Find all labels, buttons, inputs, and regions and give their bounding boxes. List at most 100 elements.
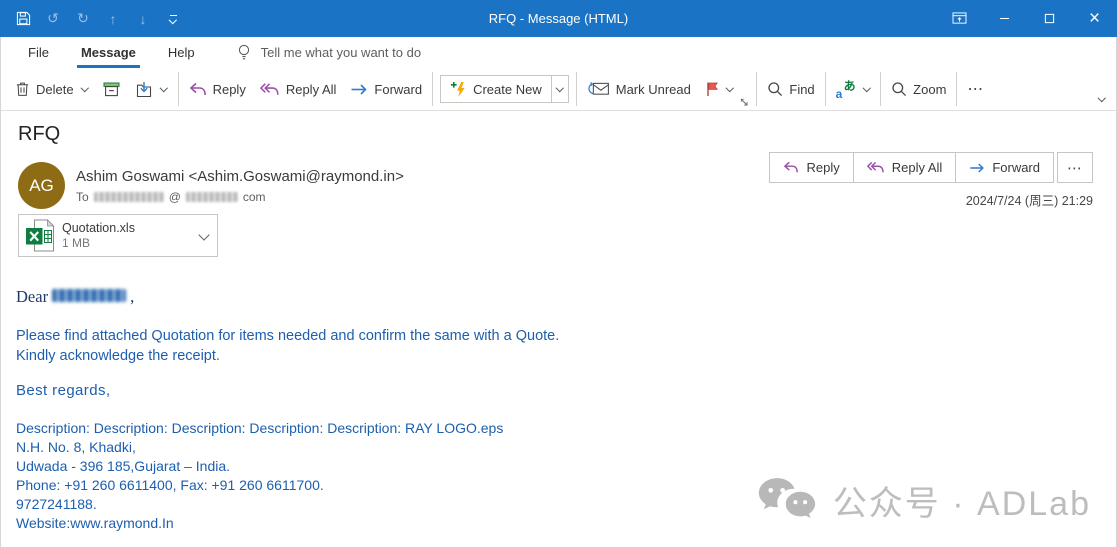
- more-actions-icon: ⋯: [1067, 159, 1083, 177]
- signature-block: Description: Description: Description: D…: [16, 419, 503, 533]
- translate-button[interactable]: あ a: [829, 72, 878, 106]
- toolbar-separator: [576, 72, 577, 106]
- redo-icon[interactable]: ↻: [70, 0, 96, 37]
- at-sign: @: [169, 190, 181, 204]
- body-paragraph: Please find attached Quotation for items…: [16, 326, 559, 366]
- create-new-button[interactable]: Create New: [441, 76, 551, 102]
- message-date: 2024/7/24 (周三) 21:29: [966, 190, 1093, 209]
- excel-file-icon: [25, 219, 55, 252]
- maximize-icon[interactable]: [1027, 0, 1072, 37]
- find-button[interactable]: Find: [760, 72, 821, 106]
- trash-icon: [15, 81, 30, 97]
- zoom-icon: [891, 81, 907, 97]
- signature-line: Udwada - 396 185,Gujarat – India.: [16, 457, 503, 476]
- message-pane: RFQ Reply Reply All: [0, 111, 1117, 547]
- create-new-label: Create New: [473, 82, 542, 97]
- body-line: Please find attached Quotation for items…: [16, 326, 559, 346]
- collapse-ribbon-icon[interactable]: [1097, 89, 1106, 107]
- header-forward-label: Forward: [992, 160, 1040, 175]
- delete-button[interactable]: Delete: [8, 72, 95, 106]
- reply-label: Reply: [213, 82, 246, 97]
- customize-qat-icon[interactable]: [160, 0, 186, 37]
- quick-step-lightning-icon: [450, 81, 467, 98]
- translate-icon: あ a: [836, 80, 856, 99]
- ribbon-tabs: File Message Help Tell me what you want …: [0, 37, 1117, 68]
- signature-line: 9727241188.: [16, 495, 503, 514]
- move-to-dropdown-icon[interactable]: [160, 84, 168, 92]
- move-to-folder-button[interactable]: [128, 72, 175, 106]
- reply-all-label: Reply All: [286, 82, 337, 97]
- ribbon-display-options-icon[interactable]: [937, 0, 982, 37]
- mark-unread-button[interactable]: Mark Unread: [580, 72, 698, 106]
- forward-icon: [350, 83, 368, 96]
- archive-button[interactable]: [95, 72, 128, 106]
- toolbar-separator: [756, 72, 757, 106]
- header-reply-label: Reply: [806, 160, 839, 175]
- close-icon[interactable]: ×: [1072, 0, 1117, 37]
- header-forward-button[interactable]: Forward: [955, 152, 1054, 183]
- wechat-icon: [755, 475, 819, 525]
- signature-line: Description: Description: Description: D…: [16, 419, 503, 438]
- zoom-label: Zoom: [913, 82, 946, 97]
- header-reply-all-button[interactable]: Reply All: [853, 152, 957, 183]
- salutation-punct: ,: [130, 287, 134, 306]
- envelope-icon: [587, 81, 610, 97]
- header-actions: Reply Reply All Forward ⋯: [770, 152, 1093, 183]
- header-reply-all-label: Reply All: [892, 160, 943, 175]
- reply-icon: [783, 161, 799, 174]
- reply-button[interactable]: Reply: [182, 72, 253, 106]
- forward-label: Forward: [374, 82, 422, 97]
- move-up-icon[interactable]: ↑: [100, 0, 126, 37]
- tab-help[interactable]: Help: [154, 37, 209, 68]
- salutation-text: Dear: [16, 287, 48, 306]
- forward-icon: [969, 162, 985, 174]
- zoom-button[interactable]: Zoom: [884, 72, 953, 106]
- translate-dropdown-icon[interactable]: [863, 84, 871, 92]
- follow-up-flag-button[interactable]: [698, 72, 741, 106]
- forward-button[interactable]: Forward: [343, 72, 429, 106]
- salutation-line: Dear,: [16, 287, 134, 307]
- sender-avatar[interactable]: AG: [18, 162, 65, 209]
- signature-line: Website:www.raymond.In: [16, 514, 503, 533]
- signature-greeting: Best regards,: [16, 382, 110, 399]
- lightbulb-icon: [237, 44, 251, 61]
- quick-access-toolbar: ↺ ↻ ↑ ↓: [0, 0, 186, 37]
- tell-me-box[interactable]: Tell me what you want to do: [237, 44, 421, 61]
- toolbar-overflow-button[interactable]: ⋯: [960, 72, 992, 106]
- redacted-recipient-domain: [186, 192, 238, 202]
- to-label: To: [76, 190, 89, 204]
- move-to-folder-icon: [135, 81, 153, 98]
- watermark: 公众号 · ADLab: [755, 475, 1091, 525]
- window-border-left: [0, 37, 1, 547]
- flag-icon: [705, 81, 719, 97]
- redacted-name: [52, 289, 126, 302]
- to-domain-suffix: com: [243, 190, 266, 204]
- attachment-meta: Quotation.xls 1 MB: [62, 221, 198, 250]
- window-controls: ×: [937, 0, 1117, 37]
- create-new-dropdown[interactable]: [551, 76, 568, 102]
- tab-file[interactable]: File: [14, 37, 63, 68]
- tab-message[interactable]: Message: [67, 37, 150, 68]
- tell-me-label: Tell me what you want to do: [261, 45, 421, 60]
- undo-icon[interactable]: ↺: [40, 0, 66, 37]
- attachment-card[interactable]: Quotation.xls 1 MB: [18, 214, 218, 257]
- save-icon[interactable]: [10, 0, 36, 37]
- header-more-actions-button[interactable]: ⋯: [1057, 152, 1093, 183]
- attachment-name: Quotation.xls: [62, 221, 198, 235]
- sender-name[interactable]: Ashim Goswami <Ashim.Goswami@raymond.in>: [76, 168, 404, 185]
- watermark-text: 公众号 · ADLab: [833, 476, 1091, 525]
- tags-dialog-launcher-icon[interactable]: [740, 98, 749, 107]
- toolbar-separator: [880, 72, 881, 106]
- titlebar: ↺ ↻ ↑ ↓ RFQ - Message (HTML) ×: [0, 0, 1117, 37]
- header-reply-button[interactable]: Reply: [769, 152, 853, 183]
- reply-all-button[interactable]: Reply All: [253, 72, 344, 106]
- flag-dropdown-icon[interactable]: [726, 84, 734, 92]
- ribbon-toolbar: Delete: [0, 68, 1117, 111]
- attachment-dropdown-icon[interactable]: [198, 229, 209, 240]
- create-new-quick-step: Create New: [440, 75, 569, 103]
- minimize-icon[interactable]: [982, 0, 1027, 37]
- window-title: RFQ - Message (HTML): [489, 11, 628, 26]
- reply-icon: [189, 82, 207, 97]
- delete-dropdown-icon[interactable]: [80, 84, 88, 92]
- move-down-icon[interactable]: ↓: [130, 0, 156, 37]
